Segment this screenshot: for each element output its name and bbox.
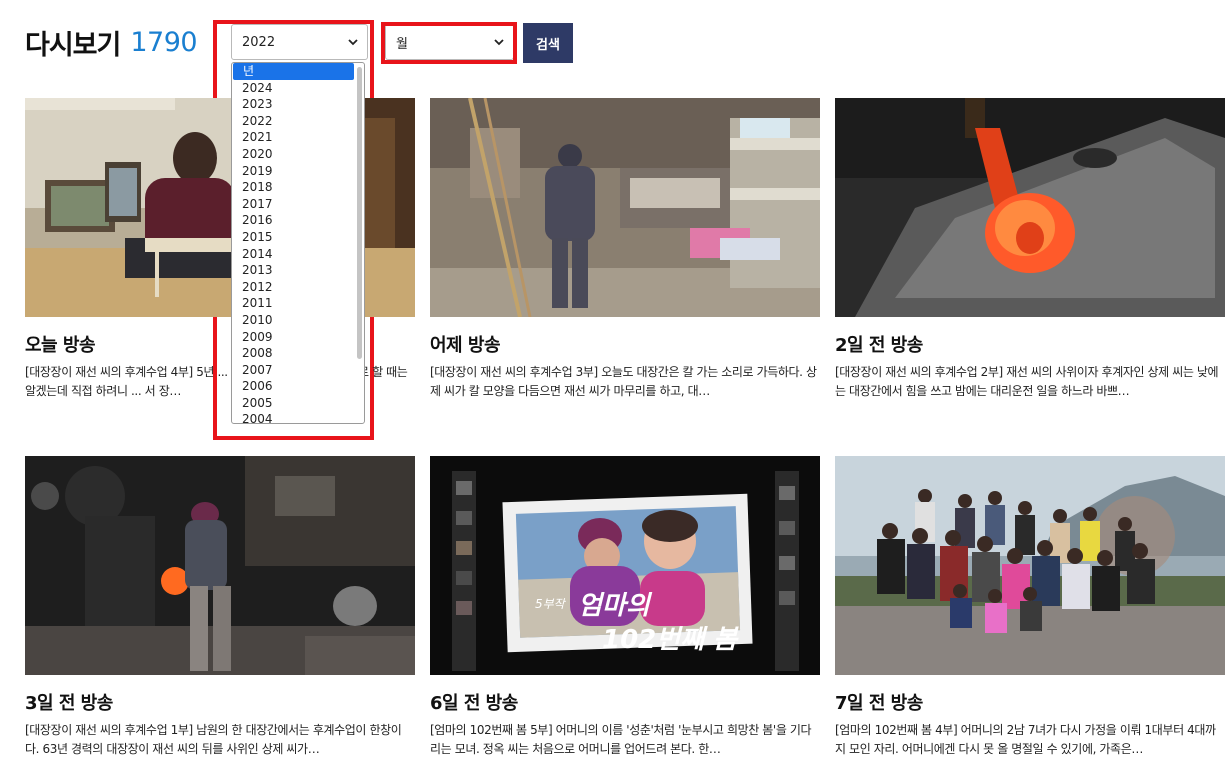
episode-description: [엄마의 102번째 봄 5부] 어머니의 이름 '성춘'처럼 '눈부시고 희망… [430, 723, 812, 756]
month-select-value: 월 [396, 36, 408, 52]
chevron-down-icon [348, 39, 358, 46]
episode-thumbnail[interactable]: 5부작 엄마의 102번째 봄 [430, 456, 820, 675]
year-select[interactable]: 2022 [231, 24, 368, 60]
thumb-caption-title-2: 102번째 봄 [602, 625, 739, 655]
year-option[interactable]: 2004 [232, 411, 355, 423]
episode-description: [대장장이 재선 씨의 후계수업 1부] 남원의 한 대장간에서는 후계수업이 … [25, 723, 402, 756]
chevron-down-icon [494, 39, 504, 46]
year-option[interactable]: 2013 [232, 262, 355, 279]
year-select-value: 2022 [242, 34, 276, 50]
year-option[interactable]: 2007 [232, 362, 355, 379]
year-option[interactable]: 2011 [232, 295, 355, 312]
episode-title[interactable]: 3일 전 방송 [25, 689, 415, 715]
page-title: 다시보기 [25, 29, 121, 61]
year-option[interactable]: 2019 [232, 163, 355, 180]
episode-thumbnail[interactable] [25, 456, 415, 675]
year-option[interactable]: 2023 [232, 96, 355, 113]
year-option[interactable]: 2020 [232, 146, 355, 163]
episode-count: 1790 [130, 26, 198, 58]
episode-title[interactable]: 7일 전 방송 [835, 689, 1225, 715]
year-option[interactable]: 2009 [232, 329, 355, 346]
year-option[interactable]: 2017 [232, 196, 355, 213]
year-option[interactable]: 2024 [232, 80, 355, 97]
episode-title[interactable]: 어제 방송 [430, 331, 820, 357]
year-option[interactable]: 2022 [232, 113, 355, 130]
year-dropdown-list[interactable]: 년 2024 2023 2022 2021 2020 2019 2018 2017 2016 201… [231, 62, 365, 424]
episode-thumbnail[interactable] [430, 98, 820, 317]
episode-description: [대장장이 재선 씨의 후계수업 3부] 오늘도 대장간은 칼 가는 소리로 가… [430, 365, 817, 398]
dropdown-scrollbar[interactable] [357, 67, 362, 359]
episode-title[interactable]: 2일 전 방송 [835, 331, 1225, 357]
year-option[interactable]: 2015 [232, 229, 355, 246]
episode-card[interactable]: 3일 전 방송 [대장장이 재선 씨의 후계수업 1부] 남원의 한 대장간에서… [25, 456, 415, 759]
episode-card[interactable]: 5부작 엄마의 102번째 봄 6일 전 방송 [엄마의 102번째 봄 5부]… [430, 456, 820, 759]
episode-description: [대장장이 재선 씨의 후계수업 2부] 재선 씨의 사위이자 후계자인 상제 … [835, 365, 1219, 398]
year-option[interactable]: 2016 [232, 212, 355, 229]
episode-title[interactable]: 6일 전 방송 [430, 689, 820, 715]
year-option[interactable]: 2006 [232, 378, 355, 395]
thumb-caption-prefix: 5부작 [535, 597, 567, 611]
episode-card[interactable]: 어제 방송 [대장장이 재선 씨의 후계수업 3부] 오늘도 대장간은 칼 가는… [430, 98, 820, 401]
page-header: 다시보기 1790 [25, 22, 198, 62]
year-option[interactable]: 2005 [232, 395, 355, 412]
episode-card[interactable]: 7일 전 방송 [엄마의 102번째 봄 4부] 어머니의 2남 7녀가 다시 … [835, 456, 1225, 759]
month-select[interactable]: 월 [385, 24, 514, 60]
episode-thumbnail[interactable] [835, 456, 1225, 675]
year-option[interactable]: 2008 [232, 345, 355, 362]
year-option[interactable]: 2012 [232, 279, 355, 296]
thumb-caption-title-1: 엄마의 [578, 591, 653, 621]
episode-thumbnail[interactable] [835, 98, 1225, 317]
episode-description: [엄마의 102번째 봄 4부] 어머니의 2남 7녀가 다시 가정을 이뤄 1… [835, 723, 1216, 756]
year-option[interactable]: 2010 [232, 312, 355, 329]
year-option[interactable]: 년 [233, 63, 354, 80]
year-option[interactable]: 2018 [232, 179, 355, 196]
year-option[interactable]: 2014 [232, 246, 355, 263]
year-option[interactable]: 2021 [232, 129, 355, 146]
search-button[interactable]: 검색 [523, 23, 573, 63]
episode-card[interactable]: 2일 전 방송 [대장장이 재선 씨의 후계수업 2부] 재선 씨의 사위이자 … [835, 98, 1225, 401]
